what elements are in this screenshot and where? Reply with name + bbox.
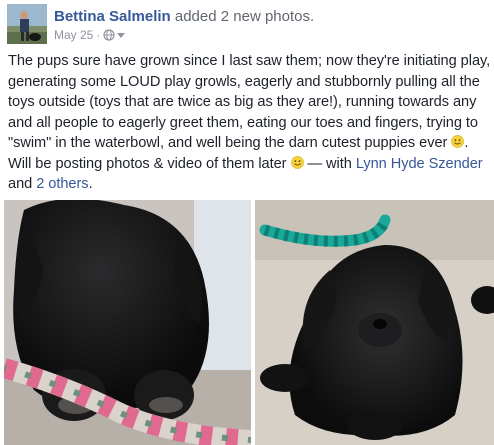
post-with-text: — with xyxy=(303,155,356,172)
post-and-text: and xyxy=(8,176,37,192)
feed-post: Bettina Salmelin added 2 new photos. May… xyxy=(0,0,494,445)
caret-down-icon xyxy=(117,33,126,38)
smile-emoji-icon xyxy=(451,135,465,148)
post-body: The pups sure have grown since I last sa… xyxy=(8,51,492,195)
meta-separator: · xyxy=(96,28,101,42)
photo-image xyxy=(255,200,494,445)
post-text-main: The pups sure have grown since I last sa… xyxy=(8,53,491,151)
photo-image xyxy=(4,200,251,445)
photo-puppy-lying-with-rope-toy[interactable] xyxy=(4,200,251,445)
avatar-image xyxy=(7,4,47,44)
smile-emoji-icon xyxy=(290,155,304,169)
post-meta: May 25 · xyxy=(54,28,126,42)
avatar[interactable] xyxy=(7,4,47,44)
privacy-selector[interactable] xyxy=(103,29,126,41)
tagged-user-link[interactable]: Lynn Hyde Szender xyxy=(356,156,483,172)
globe-icon xyxy=(103,29,115,41)
others-link[interactable]: 2 others xyxy=(36,176,88,192)
post-timestamp[interactable]: May 25 xyxy=(54,28,93,42)
post-action-text: added 2 new photos. xyxy=(174,8,315,25)
photo-puppy-resting-on-sand[interactable] xyxy=(255,200,494,445)
post-end-text: . xyxy=(88,176,93,192)
author-name-link[interactable]: Bettina Salmelin xyxy=(54,8,171,25)
post-header: Bettina Salmelin added 2 new photos. xyxy=(54,8,314,26)
